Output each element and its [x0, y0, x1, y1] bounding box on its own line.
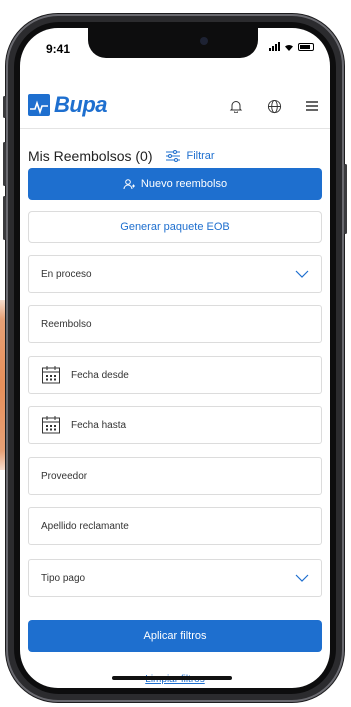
user-add-icon [123, 179, 135, 190]
claimant-lastname-input[interactable]: Apellido reclamante [28, 507, 322, 545]
chevron-down-icon [295, 574, 309, 582]
globe-icon[interactable] [262, 94, 286, 118]
chevron-down-icon [295, 270, 309, 278]
date-from-placeholder: Fecha desde [71, 369, 129, 381]
mute-switch [3, 96, 6, 118]
signal-icon [269, 42, 280, 51]
notch [88, 28, 258, 58]
payment-type-select[interactable]: Tipo pago [28, 559, 322, 597]
generate-eob-label: Generar paquete EOB [120, 221, 230, 233]
provider-placeholder: Proveedor [41, 470, 88, 482]
status-select[interactable]: En proceso [28, 255, 322, 293]
wifi-icon [285, 44, 293, 51]
status-time: 9:41 [46, 42, 71, 56]
claimant-lastname-placeholder: Apellido reclamante [41, 520, 129, 532]
status-icons [269, 42, 314, 51]
apply-filters-label: Aplicar filtros [143, 630, 207, 642]
brand-logo[interactable]: Bupa [28, 92, 108, 118]
app-header: Bupa [20, 90, 330, 126]
date-to-input[interactable]: Fecha hasta [28, 406, 322, 444]
page-title: Mis Reembolsos (0) [28, 148, 153, 164]
date-from-input[interactable]: Fecha desde [28, 356, 322, 394]
new-claim-button[interactable]: Nuevo reembolso [28, 168, 322, 200]
volume-up-button [3, 142, 6, 186]
phone-frame: 9:41 Bupa Mis Reembolsos (0) Filtrar Nue… [3, 14, 347, 702]
bupa-logo-icon [28, 94, 50, 116]
bell-icon[interactable] [224, 94, 248, 118]
calendar-icon [42, 366, 60, 384]
status-select-value: En proceso [41, 268, 92, 280]
new-claim-label: Nuevo reembolso [140, 178, 228, 190]
payment-type-value: Tipo pago [41, 572, 86, 584]
menu-icon[interactable] [300, 94, 324, 118]
calendar-icon [42, 416, 60, 434]
sliders-icon [166, 150, 181, 162]
filter-label: Filtrar [186, 150, 215, 162]
filter-toggle[interactable]: Filtrar [166, 150, 215, 162]
apply-filters-button[interactable]: Aplicar filtros [28, 620, 322, 652]
date-to-placeholder: Fecha hasta [71, 419, 127, 431]
volume-down-button [3, 196, 6, 240]
claim-number-input[interactable]: Reembolso [28, 305, 322, 343]
header-actions [224, 94, 324, 118]
brand-name: Bupa [54, 92, 108, 117]
power-button [344, 164, 347, 234]
camera [200, 37, 208, 45]
generate-eob-button[interactable]: Generar paquete EOB [28, 211, 322, 243]
phone-screen: 9:41 Bupa Mis Reembolsos (0) Filtrar Nue… [20, 28, 330, 688]
claim-number-placeholder: Reembolso [41, 318, 92, 330]
home-indicator [112, 676, 232, 680]
battery-icon [298, 43, 314, 51]
provider-input[interactable]: Proveedor [28, 457, 322, 495]
claims-page: Mis Reembolsos (0) Filtrar Nuevo reembol… [20, 128, 330, 688]
page-header: Mis Reembolsos (0) Filtrar [28, 148, 215, 164]
